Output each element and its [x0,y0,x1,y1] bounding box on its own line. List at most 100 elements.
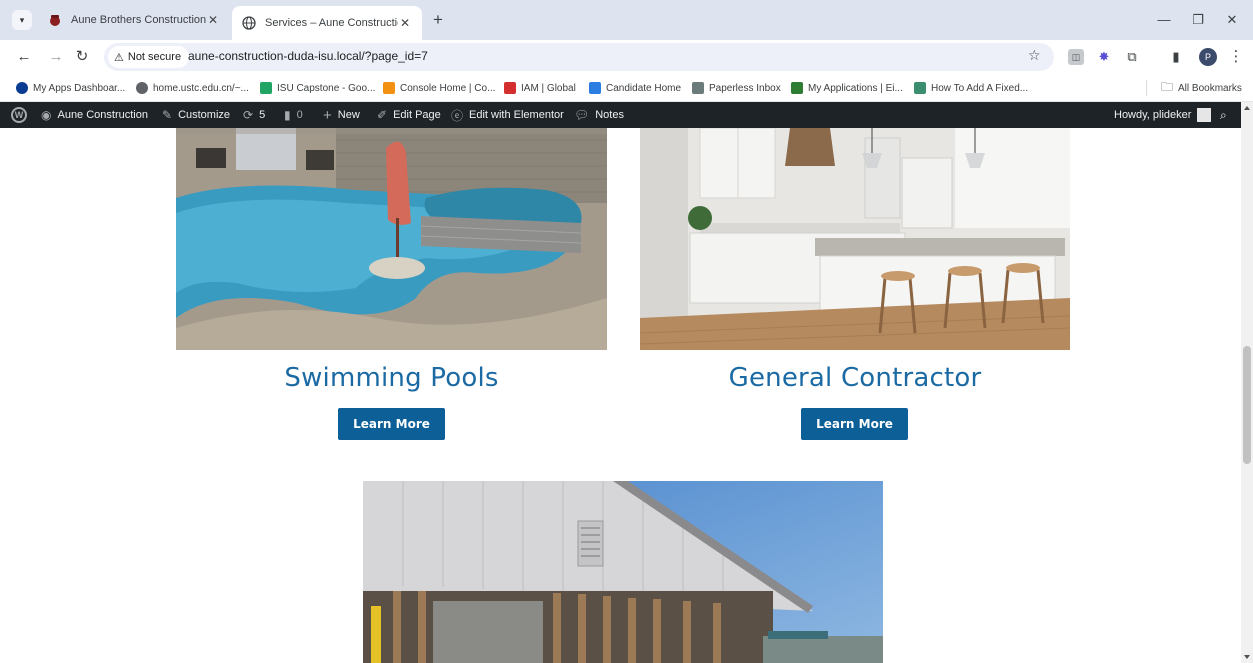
url-text[interactable]: aune-construction-duda-isu.local/?page_i… [188,49,428,63]
bookmark-label: Paperless Inbox [709,82,781,94]
puzzle-icon[interactable]: ⧉ [1124,49,1140,65]
user-avatar [1197,108,1212,122]
speech-bubble-icon: 💬︎ [574,108,590,122]
bookmark-icon [914,82,926,94]
customize-label: Customize [178,109,231,121]
page-scrollbar[interactable] [1241,102,1253,663]
bookmark-item[interactable]: IAM | Global [504,80,576,96]
howdy-label: Howdy, plideker [1114,109,1192,121]
updates-link[interactable]: ⟳ 5 [243,102,265,128]
admin-search-button[interactable]: ⌕ [1220,102,1227,128]
workday-icon [589,82,601,94]
folder-icon: 🗀 [1161,79,1174,94]
comments-link[interactable]: ▮ 0 [284,102,303,128]
kitchen-photo [640,128,1070,350]
globe-icon [242,16,256,30]
bookmarks-bar: My Apps Dashboar... home.ustc.edu.cn/~..… [0,74,1253,102]
bookmark-item[interactable]: My Applications | Ei... [791,80,903,96]
paperless-icon [692,82,704,94]
swimming-pools-title: Swimming Pools [284,363,499,393]
new-content-link[interactable]: + New [323,102,360,128]
bookmark-label: My Apps Dashboar... [33,82,126,94]
google-drive-icon [260,82,272,94]
all-bookmarks-label: All Bookmarks [1178,82,1242,94]
customize-link[interactable]: ✎ Customize [162,102,230,128]
plus-icon: + [323,106,332,124]
edit-elementor-link[interactable]: ⓔ Edit with Elementor [451,102,564,128]
bookmark-item[interactable]: How To Add A Fixed... [914,80,1028,96]
edit-page-link[interactable]: ✐ Edit Page [377,102,441,128]
tab-search-button[interactable]: ▾ [12,10,32,30]
swimming-pools-learn-more-button[interactable]: Learn More [338,408,445,440]
bookmark-label: How To Add A Fixed... [931,82,1029,94]
bookmark-item[interactable]: Candidate Home [589,80,681,96]
reload-button[interactable]: ↻ [72,47,92,67]
account-menu[interactable]: Howdy, plideker [1114,102,1212,128]
page-content: Swimming Pools General Contractor Learn … [0,128,1241,663]
tab-title: Aune Brothers Construction [71,14,206,26]
new-tab-button[interactable]: + [428,10,448,30]
bookmark-icon [16,82,28,94]
kebab-menu-icon[interactable]: ⋮ [1226,47,1246,67]
notes-link[interactable]: 💬︎ Notes [574,102,624,128]
tab-title: Services – Aune Construction [265,17,398,29]
bookmark-item[interactable]: ISU Capstone - Goo... [260,80,375,96]
site-name-link[interactable]: ◉ Aune Construction [41,102,148,128]
bookmark-item[interactable]: My Apps Dashboar... [16,80,125,96]
pencil-icon: ✐ [377,108,388,122]
favicon-icon [48,13,62,27]
all-bookmarks-button[interactable]: 🗀 All Bookmarks [1146,80,1242,96]
security-chip[interactable]: ⚠ Not secure [108,46,190,68]
updates-count: 5 [259,109,266,121]
aws-cube-icon [383,82,395,94]
john-deere-icon [791,82,803,94]
address-bar[interactable]: ⚠ Not secure aune-construction-duda-isu.… [104,43,1054,71]
elementor-icon: ⓔ [451,108,464,123]
restore-button[interactable]: ❐ [1188,10,1208,30]
bookmark-label: ISU Capstone - Goo... [277,82,376,94]
wp-admin-bar: W ◉ Aune Construction ✎ Customize ⟳ 5 ▮ … [0,102,1241,128]
wordpress-icon: W [11,107,27,123]
browser-toolbar: ← → ↻ ⚠ Not secure aune-construction-dud… [0,40,1253,74]
scrollbar-thumb[interactable] [1243,346,1251,464]
search-icon: ⌕ [1220,107,1227,122]
window-close-button[interactable]: ✕ [1222,10,1242,30]
new-label: New [337,109,360,121]
general-contractor-learn-more-button[interactable]: Learn More [801,408,908,440]
bookmark-item[interactable]: Console Home | Co... [383,80,495,96]
refresh-icon: ⟳ [243,108,254,122]
tab-services[interactable]: Services – Aune Construction ✕ [232,6,422,40]
gear-extension-icon[interactable]: ✸ [1096,49,1112,65]
swimming-pool-photo [176,128,607,350]
security-label: Not secure [127,51,182,63]
warning-icon: ⚠ [114,51,124,64]
bookmark-label: Candidate Home [606,82,682,94]
comments-count: 0 [296,109,303,121]
wordpress-logo-button[interactable]: W [11,102,27,128]
tab-aune-brothers[interactable]: Aune Brothers Construction ✕ [38,6,230,34]
bookmark-label: My Applications | Ei... [808,82,903,94]
bookmark-item[interactable]: home.ustc.edu.cn/~... [136,80,249,96]
close-icon[interactable]: ✕ [398,16,412,30]
close-icon[interactable]: ✕ [206,13,220,27]
comment-icon: ▮ [284,108,291,122]
edit-page-label: Edit Page [393,109,441,121]
site-name: Aune Construction [57,109,148,121]
scroll-down-icon[interactable] [1244,655,1250,659]
scroll-up-icon[interactable] [1244,106,1250,110]
forward-button[interactable]: → [46,47,66,67]
chevron-down-icon: ▾ [19,14,25,25]
bookmark-item[interactable]: Paperless Inbox [692,80,781,96]
profile-avatar[interactable]: P [1199,48,1217,66]
general-contractor-title: General Contractor [728,363,982,393]
brush-icon: ✎ [162,108,173,122]
back-button[interactable]: ← [14,47,34,67]
side-panel-icon[interactable]: ▮ [1168,49,1184,65]
edit-elementor-label: Edit with Elementor [469,109,564,121]
extension-icon[interactable]: ◫ [1068,49,1084,65]
bookmark-star-icon[interactable]: ☆ [1028,47,1041,64]
minimize-button[interactable]: — [1154,10,1174,30]
browser-tab-strip: ▾ Aune Brothers Construction ✕ Services … [0,0,1253,40]
construction-photo [363,481,883,663]
bookmark-label: Console Home | Co... [400,82,496,94]
